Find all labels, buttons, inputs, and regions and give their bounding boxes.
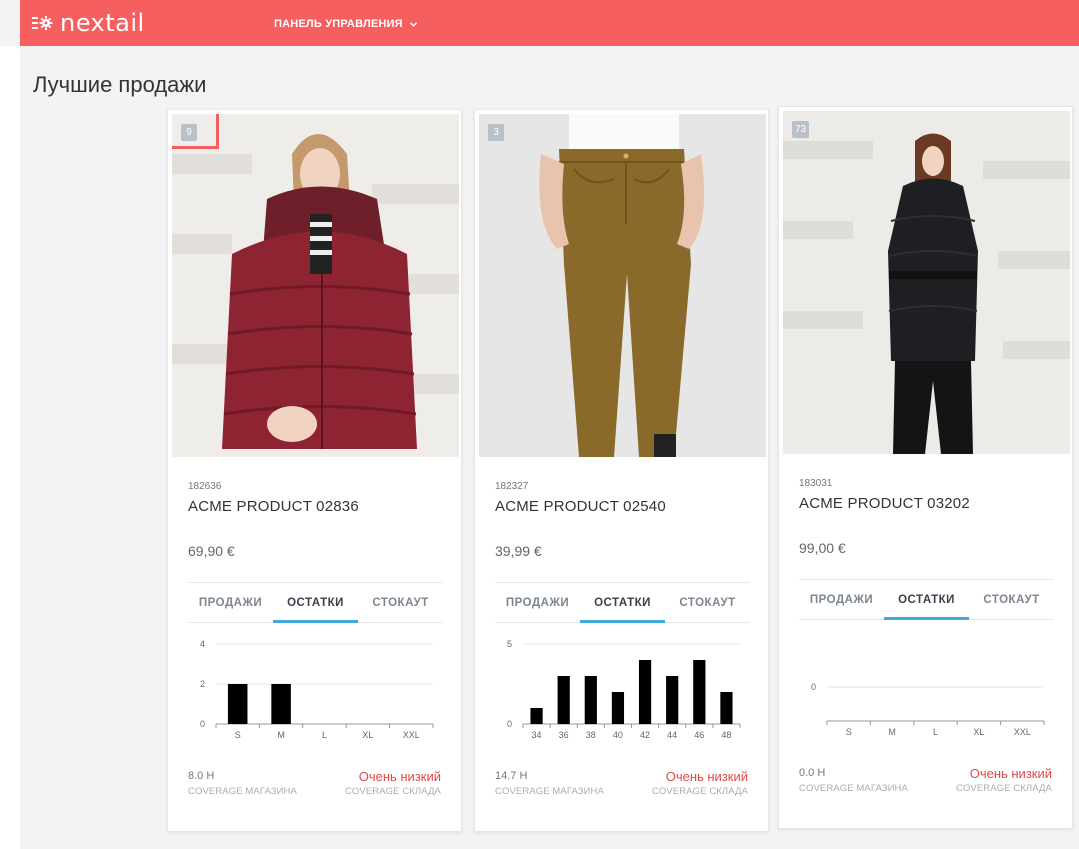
x-tick-label: 40 — [613, 730, 623, 740]
x-tick-label: 46 — [694, 730, 704, 740]
brand-name: nextail — [60, 9, 145, 37]
bar-chart-svg: 0 2 4 S M L XL XXL — [200, 639, 434, 740]
bar — [720, 692, 733, 724]
warehouse-coverage-value: Очень низкий — [665, 769, 748, 784]
dashboard-menu-label: ПАНЕЛЬ УПРАВЛЕНИЯ — [274, 18, 403, 30]
tab-stockout[interactable]: СТОКАУТ — [969, 580, 1054, 619]
chart-tabs: ПРОДАЖИ ОСТАТКИ СТОКАУТ — [188, 583, 443, 623]
product-price: 69,90 € — [188, 543, 235, 559]
store-coverage-label: COVERAGE МАГАЗИНА — [188, 786, 297, 797]
y-tick-label: 0 — [200, 719, 205, 729]
bar — [584, 676, 597, 724]
rank-badge: 3 — [488, 124, 504, 141]
warehouse-coverage-label: COVERAGE СКЛАДА — [955, 783, 1052, 794]
product-sku: 183031 — [799, 478, 833, 489]
left-gutter — [0, 46, 20, 849]
product-image — [479, 114, 766, 457]
x-tick-label: XL — [973, 727, 984, 737]
x-tick-label: S — [235, 730, 241, 740]
dashboard-menu[interactable]: ПАНЕЛЬ УПРАВЛЕНИЯ — [274, 18, 418, 30]
store-coverage-value: 8.0 Н — [188, 770, 215, 782]
tab-sales[interactable]: ПРОДАЖИ — [188, 583, 273, 622]
x-tick-label: 34 — [532, 730, 542, 740]
product-sku: 182636 — [188, 481, 222, 492]
tab-stock[interactable]: ОСТАТКИ — [580, 583, 665, 623]
x-tick-label: XXL — [1014, 727, 1031, 737]
x-tick-label: M — [277, 730, 285, 740]
store-coverage-value: 14.7 Н — [495, 770, 528, 782]
y-tick-label: 0 — [507, 719, 512, 729]
tab-sales[interactable]: ПРОДАЖИ — [799, 580, 884, 619]
bar-chart-svg: 0 S M L XL XXL — [811, 682, 1045, 737]
tab-stockout[interactable]: СТОКАУТ — [358, 583, 443, 622]
stock-chart: 0 5 34 36 38 40 42 44 46 48 — [495, 632, 750, 750]
tab-stockout[interactable]: СТОКАУТ — [665, 583, 750, 622]
page-title: Лучшие продажи — [33, 72, 207, 97]
product-image — [783, 111, 1070, 454]
stock-chart: 0 S M L XL XXL — [799, 629, 1054, 747]
tab-stock[interactable]: ОСТАТКИ — [884, 580, 969, 620]
product-name[interactable]: ACME PRODUCT 02540 — [495, 498, 666, 515]
product-price: 99,00 € — [799, 540, 846, 556]
warehouse-coverage-value: Очень низкий — [969, 766, 1052, 781]
bar — [611, 692, 625, 724]
x-tick-label: 36 — [559, 730, 569, 740]
x-tick-label: 38 — [586, 730, 596, 740]
x-tick-label: XXL — [403, 730, 420, 740]
x-tick-label: 44 — [667, 730, 677, 740]
bar — [271, 684, 291, 724]
x-tick-label: M — [888, 727, 896, 737]
y-tick-label: 4 — [200, 639, 205, 649]
chevron-down-icon — [409, 21, 417, 27]
bar — [693, 660, 706, 724]
bar — [638, 660, 652, 724]
product-price: 39,99 € — [495, 543, 542, 559]
x-tick-label: 48 — [721, 730, 731, 740]
bar — [227, 684, 248, 724]
x-tick-label: 42 — [640, 730, 650, 740]
tab-sales[interactable]: ПРОДАЖИ — [495, 583, 580, 622]
product-card[interactable]: 3 182327 ACME PRODUCT 02540 39,99 € ПРОД… — [474, 109, 769, 832]
product-photo[interactable]: 73 — [783, 111, 1070, 454]
product-photo[interactable]: 9 — [172, 114, 459, 457]
x-tick-label: XL — [362, 730, 373, 740]
product-sku: 182327 — [495, 481, 529, 492]
warehouse-coverage-label: COVERAGE СКЛАДА — [651, 786, 748, 797]
y-tick-label: 2 — [200, 679, 205, 689]
top-navigation-bar: nextail ПАНЕЛЬ УПРАВЛЕНИЯ — [20, 0, 1079, 46]
chart-tabs: ПРОДАЖИ ОСТАТКИ СТОКАУТ — [495, 583, 750, 623]
product-card[interactable]: 73 183031 ACME PRODUCT 03202 99,00 € ПРО… — [778, 106, 1073, 829]
store-coverage-value: 0.0 Н — [799, 767, 826, 779]
product-name[interactable]: ACME PRODUCT 02836 — [188, 498, 359, 515]
brand-logo[interactable]: nextail — [32, 9, 145, 37]
tab-stock[interactable]: ОСТАТКИ — [273, 583, 358, 623]
x-tick-label: L — [933, 727, 938, 737]
store-coverage-label: COVERAGE МАГАЗИНА — [799, 783, 908, 794]
menu-gear-icon — [32, 16, 53, 30]
bar-chart-svg: 0 5 34 36 38 40 42 44 46 48 — [507, 639, 741, 740]
product-name[interactable]: ACME PRODUCT 03202 — [799, 495, 970, 512]
warehouse-coverage-label: COVERAGE СКЛАДА — [344, 786, 441, 797]
rank-badge: 73 — [792, 121, 810, 138]
bar — [557, 676, 570, 724]
highlight-box — [172, 114, 219, 149]
x-tick-label: L — [322, 730, 327, 740]
product-image — [172, 114, 459, 457]
stock-chart: 0 2 4 S M L XL XXL — [188, 632, 443, 750]
product-photo[interactable]: 3 — [479, 114, 766, 457]
warehouse-coverage-value: Очень низкий — [358, 769, 441, 784]
bar — [666, 676, 679, 724]
product-card[interactable]: 9 182636 ACME PRODUCT 02836 69,90 € ПРОД… — [167, 109, 462, 832]
chart-tabs: ПРОДАЖИ ОСТАТКИ СТОКАУТ — [799, 580, 1054, 620]
bar — [530, 708, 543, 724]
y-tick-label: 5 — [507, 639, 512, 649]
x-tick-label: S — [846, 727, 852, 737]
store-coverage-label: COVERAGE МАГАЗИНА — [495, 786, 604, 797]
y-tick-label: 0 — [811, 682, 816, 692]
